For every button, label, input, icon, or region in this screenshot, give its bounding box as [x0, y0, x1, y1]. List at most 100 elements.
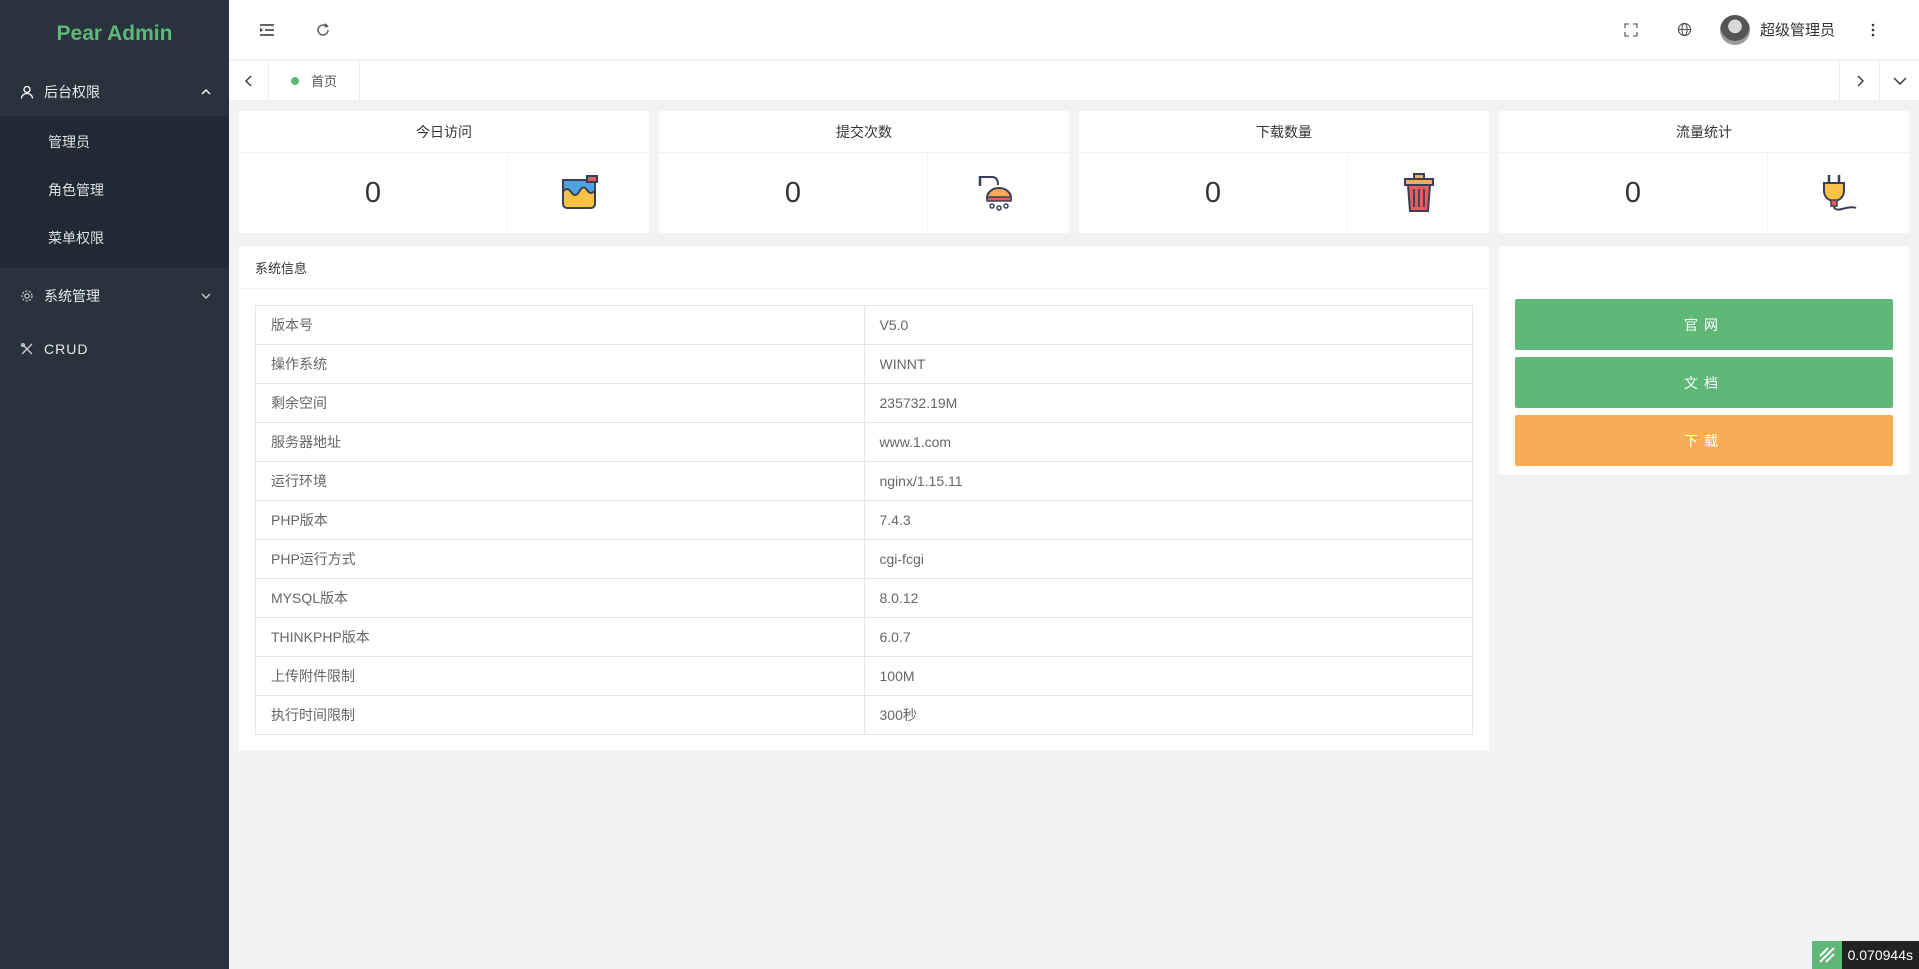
- tabs-scroll-left-button[interactable]: [229, 61, 269, 100]
- user-menu[interactable]: 超级管理员: [1712, 0, 1847, 60]
- language-button[interactable]: [1658, 0, 1712, 60]
- fullscreen-icon: [1624, 22, 1638, 37]
- table-row: 服务器地址 www.1.com: [255, 422, 1473, 462]
- docs-button[interactable]: 文档: [1515, 357, 1893, 408]
- submenu-backend-permissions: 管理员 角色管理 菜单权限: [0, 116, 229, 268]
- stat-title: 今日访问: [239, 111, 649, 153]
- sidebar-item-role-management[interactable]: 角色管理: [0, 166, 229, 214]
- menu-group-label: 系统管理: [44, 288, 100, 304]
- system-info-table: 版本号 V5.0 操作系统 WINNT 剩余空间 235732.19M 服务器地址 ww…: [255, 305, 1473, 735]
- info-key: 操作系统: [255, 344, 865, 384]
- refresh-button[interactable]: [293, 0, 353, 60]
- refresh-icon: [317, 22, 329, 36]
- info-key: PHP版本: [255, 500, 865, 540]
- top-header: 超级管理员: [229, 0, 1919, 60]
- globe-icon: [1678, 22, 1692, 37]
- menu-fold-icon: [260, 23, 274, 36]
- links-card: 官网 文档 下载: [1499, 246, 1909, 475]
- table-row: 版本号 V5.0: [255, 305, 1473, 345]
- page-trace-badge[interactable]: 0.070944s: [1811, 941, 1919, 969]
- tabs-scroll-right-button[interactable]: [1839, 61, 1879, 100]
- stat-card-submissions: 提交次数 0: [659, 111, 1069, 233]
- collapse-menu-button[interactable]: [237, 0, 297, 60]
- stat-title: 下载数量: [1079, 111, 1489, 153]
- trash-bin-icon: [1347, 153, 1489, 233]
- table-row: 执行时间限制 300秒: [255, 695, 1473, 735]
- website-button[interactable]: 官网: [1515, 299, 1893, 350]
- table-row: PHP版本 7.4.3: [255, 500, 1473, 540]
- table-row: MYSQL版本 8.0.12: [255, 578, 1473, 618]
- chevron-left-icon: [244, 75, 251, 86]
- stat-card-traffic: 流量统计 0: [1499, 111, 1909, 233]
- tab-label: 首页: [311, 74, 338, 89]
- info-key: 上传附件限制: [255, 656, 865, 696]
- menu-group-label: CRUD: [44, 341, 89, 357]
- stat-value: 0: [1624, 176, 1642, 209]
- info-value: 235732.19M: [863, 383, 1473, 423]
- table-row: THINKPHP版本 6.0.7: [255, 617, 1473, 657]
- avatar: [1719, 14, 1750, 45]
- app-logo[interactable]: Pear Admin: [0, 0, 229, 68]
- stat-value: 0: [784, 176, 802, 209]
- sidebar-item-menu-permissions[interactable]: 菜单权限: [0, 214, 229, 262]
- system-info-card: 系统信息 版本号 V5.0 操作系统 WINNT 剩余空间 235732.19M 服务…: [239, 246, 1489, 750]
- info-value: 6.0.7: [863, 617, 1473, 657]
- user-icon: [20, 85, 34, 99]
- stat-card-downloads: 下载数量 0: [1079, 111, 1489, 233]
- user-name: 超级管理员: [1759, 22, 1835, 39]
- tab-home[interactable]: 首页: [269, 61, 361, 100]
- table-row: 上传附件限制 100M: [255, 656, 1473, 696]
- info-key: THINKPHP版本: [255, 617, 865, 657]
- tabs-spacer: [360, 61, 1839, 100]
- trace-logo-icon: [1811, 941, 1842, 969]
- table-row: 操作系统 WINNT: [255, 344, 1473, 384]
- info-value: 8.0.12: [863, 578, 1473, 618]
- info-value: V5.0: [863, 305, 1473, 345]
- info-key: MYSQL版本: [255, 578, 865, 618]
- execution-time: 0.070944s: [1841, 941, 1919, 969]
- tab-bar: 首页: [229, 61, 1919, 101]
- stat-title: 流量统计: [1499, 111, 1909, 153]
- main-content: 今日访问 0 提交次数 0 下载数量 0 流量统计 0 系统信息 版本号 V5.…: [229, 101, 1919, 969]
- tabs-dropdown-button[interactable]: [1879, 61, 1919, 100]
- info-key: 版本号: [255, 305, 865, 345]
- stat-title: 提交次数: [659, 111, 1069, 153]
- table-row: 剩余空间 235732.19M: [255, 383, 1473, 423]
- gear-icon: [20, 289, 34, 303]
- shower-icon: [927, 153, 1069, 233]
- chevron-down-icon: [199, 289, 213, 303]
- info-value: WINNT: [863, 344, 1473, 384]
- info-key: 服务器地址: [255, 422, 865, 462]
- tools-icon: [20, 342, 34, 356]
- paint-bucket-icon: [507, 153, 649, 233]
- more-vertical-icon: [1871, 23, 1875, 36]
- info-value: nginx/1.15.11: [863, 461, 1473, 501]
- sidebar: Pear Admin 后台权限 管理员 角色管理 菜单权限 系统管理 CRUD: [0, 0, 229, 969]
- info-key: 运行环境: [255, 461, 865, 501]
- menu-group-crud[interactable]: CRUD: [0, 324, 229, 374]
- info-value: 100M: [863, 656, 1473, 696]
- chevron-right-icon: [1857, 75, 1864, 86]
- info-value: www.1.com: [863, 422, 1473, 462]
- stat-value: 0: [364, 176, 382, 209]
- download-button[interactable]: 下载: [1515, 415, 1893, 466]
- plug-icon: [1767, 153, 1909, 233]
- table-row: PHP运行方式 cgi-fcgi: [255, 539, 1473, 579]
- chevron-up-icon: [199, 85, 213, 99]
- info-value: cgi-fcgi: [863, 539, 1473, 579]
- menu-group-backend-permissions[interactable]: 后台权限: [0, 68, 229, 116]
- menu-group-label: 后台权限: [44, 84, 100, 100]
- system-info-title: 系统信息: [239, 246, 1489, 289]
- stat-card-today-visits: 今日访问 0: [239, 111, 649, 233]
- info-key: PHP运行方式: [255, 539, 865, 579]
- stat-value: 0: [1204, 176, 1222, 209]
- menu-group-system-management[interactable]: 系统管理: [0, 268, 229, 324]
- more-options-button[interactable]: [1847, 0, 1899, 60]
- chevron-down-icon: [1893, 77, 1906, 85]
- active-tab-dot: [291, 76, 299, 85]
- info-key: 剩余空间: [255, 383, 865, 423]
- info-value: 7.4.3: [863, 500, 1473, 540]
- fullscreen-button[interactable]: [1604, 0, 1658, 60]
- table-row: 运行环境 nginx/1.15.11: [255, 461, 1473, 501]
- sidebar-item-admin[interactable]: 管理员: [0, 118, 229, 166]
